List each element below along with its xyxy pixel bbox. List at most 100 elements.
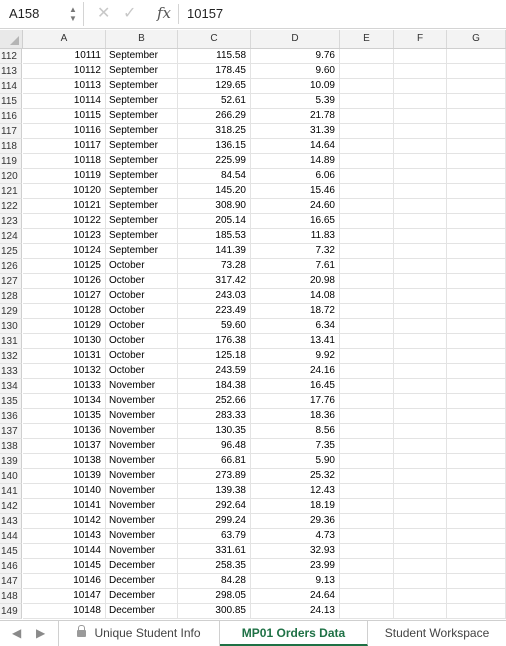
grid-cell[interactable]: 205.14 [178, 214, 251, 229]
column-header-e[interactable]: E [340, 30, 394, 48]
grid-cell[interactable]: September [106, 94, 178, 109]
grid-cell[interactable] [340, 79, 394, 94]
grid-cell[interactable]: October [106, 289, 178, 304]
grid-cell[interactable] [447, 139, 506, 154]
grid-cell[interactable]: 318.25 [178, 124, 251, 139]
grid-cell[interactable]: 21.78 [251, 109, 340, 124]
grid-cell[interactable]: November [106, 529, 178, 544]
row-header[interactable]: 125 [0, 244, 22, 259]
row-header[interactable]: 124 [0, 229, 22, 244]
row-header[interactable]: 142 [0, 499, 22, 514]
grid-cell[interactable] [394, 349, 447, 364]
grid-cell[interactable]: November [106, 499, 178, 514]
column-header-b[interactable]: B [106, 30, 178, 48]
grid-cell[interactable]: 6.06 [251, 169, 340, 184]
grid-cell[interactable] [340, 274, 394, 289]
grid-cell[interactable] [447, 559, 506, 574]
row-header[interactable]: 144 [0, 529, 22, 544]
grid-cell[interactable]: 258.35 [178, 559, 251, 574]
grid-cell[interactable]: 63.79 [178, 529, 251, 544]
grid-cell[interactable] [394, 409, 447, 424]
grid-cell[interactable]: 14.08 [251, 289, 340, 304]
grid-cell[interactable]: 145.20 [178, 184, 251, 199]
grid-cell[interactable] [340, 484, 394, 499]
name-box[interactable]: A158 ▲ ▼ [0, 2, 84, 26]
grid-cell[interactable]: November [106, 469, 178, 484]
grid-cell[interactable] [447, 79, 506, 94]
grid-cell[interactable] [447, 379, 506, 394]
grid-cell[interactable]: 129.65 [178, 79, 251, 94]
grid-cell[interactable]: 273.89 [178, 469, 251, 484]
grid-cell[interactable]: 317.42 [178, 274, 251, 289]
grid-cell[interactable]: September [106, 169, 178, 184]
grid-cell[interactable] [340, 229, 394, 244]
grid-cell[interactable]: 10126 [23, 274, 106, 289]
grid-cell[interactable]: 10132 [23, 364, 106, 379]
grid-cell[interactable]: September [106, 229, 178, 244]
grid-cell[interactable]: 18.36 [251, 409, 340, 424]
grid-cell[interactable] [447, 514, 506, 529]
grid-cell[interactable] [447, 184, 506, 199]
grid-cell[interactable] [394, 379, 447, 394]
grid-cell[interactable]: 10120 [23, 184, 106, 199]
row-header[interactable]: 112 [0, 49, 22, 64]
grid-cell[interactable] [394, 484, 447, 499]
grid-cell[interactable] [394, 334, 447, 349]
grid-cell[interactable] [394, 229, 447, 244]
row-header[interactable]: 123 [0, 214, 22, 229]
grid-cell[interactable] [447, 469, 506, 484]
grid-cell[interactable]: 10114 [23, 94, 106, 109]
grid-cell[interactable]: 5.90 [251, 454, 340, 469]
grid-cell[interactable] [447, 244, 506, 259]
grid-cell[interactable] [447, 394, 506, 409]
grid-cell[interactable] [394, 124, 447, 139]
grid-cell[interactable]: 252.66 [178, 394, 251, 409]
tab-unique-student-info[interactable]: Unique Student Info [58, 621, 220, 646]
grid-cell[interactable]: 266.29 [178, 109, 251, 124]
grid-cell[interactable] [447, 49, 506, 64]
grid-cell[interactable]: 10131 [23, 349, 106, 364]
grid-cell[interactable]: 176.38 [178, 334, 251, 349]
row-header[interactable]: 141 [0, 484, 22, 499]
grid-cell[interactable]: 10147 [23, 589, 106, 604]
grid-cell[interactable]: December [106, 589, 178, 604]
row-header[interactable]: 137 [0, 424, 22, 439]
grid-cell[interactable] [340, 244, 394, 259]
row-header[interactable]: 113 [0, 64, 22, 79]
grid-cell[interactable] [447, 124, 506, 139]
grid-cell[interactable] [340, 289, 394, 304]
grid-cell[interactable]: 223.49 [178, 304, 251, 319]
grid-cell[interactable]: September [106, 184, 178, 199]
row-header[interactable]: 129 [0, 304, 22, 319]
grid-cell[interactable]: 10138 [23, 454, 106, 469]
grid-cell[interactable]: 9.13 [251, 574, 340, 589]
grid-cell[interactable] [340, 49, 394, 64]
grid-cell[interactable]: 125.18 [178, 349, 251, 364]
grid-cell[interactable] [340, 364, 394, 379]
grid-cell[interactable]: September [106, 49, 178, 64]
grid-cell[interactable] [340, 424, 394, 439]
grid-cell[interactable] [340, 109, 394, 124]
grid-cell[interactable] [340, 514, 394, 529]
row-header[interactable]: 119 [0, 154, 22, 169]
grid-cell[interactable] [394, 589, 447, 604]
grid-cell[interactable] [447, 94, 506, 109]
grid-cell[interactable] [447, 304, 506, 319]
grid-cell[interactable] [340, 379, 394, 394]
grid-cell[interactable] [340, 559, 394, 574]
grid-cell[interactable] [447, 424, 506, 439]
grid-cell[interactable]: 66.81 [178, 454, 251, 469]
grid-cell[interactable]: September [106, 154, 178, 169]
row-header[interactable]: 116 [0, 109, 22, 124]
grid-cell[interactable] [340, 409, 394, 424]
grid-cell[interactable]: 84.28 [178, 574, 251, 589]
grid-cell[interactable] [394, 199, 447, 214]
row-header[interactable]: 131 [0, 334, 22, 349]
close-icon[interactable]: ✕ [97, 3, 110, 23]
grid-cell[interactable] [447, 259, 506, 274]
grid-cell[interactable]: 10145 [23, 559, 106, 574]
grid-cell[interactable] [394, 439, 447, 454]
grid-cell[interactable] [394, 109, 447, 124]
row-header[interactable]: 118 [0, 139, 22, 154]
row-header[interactable]: 128 [0, 289, 22, 304]
